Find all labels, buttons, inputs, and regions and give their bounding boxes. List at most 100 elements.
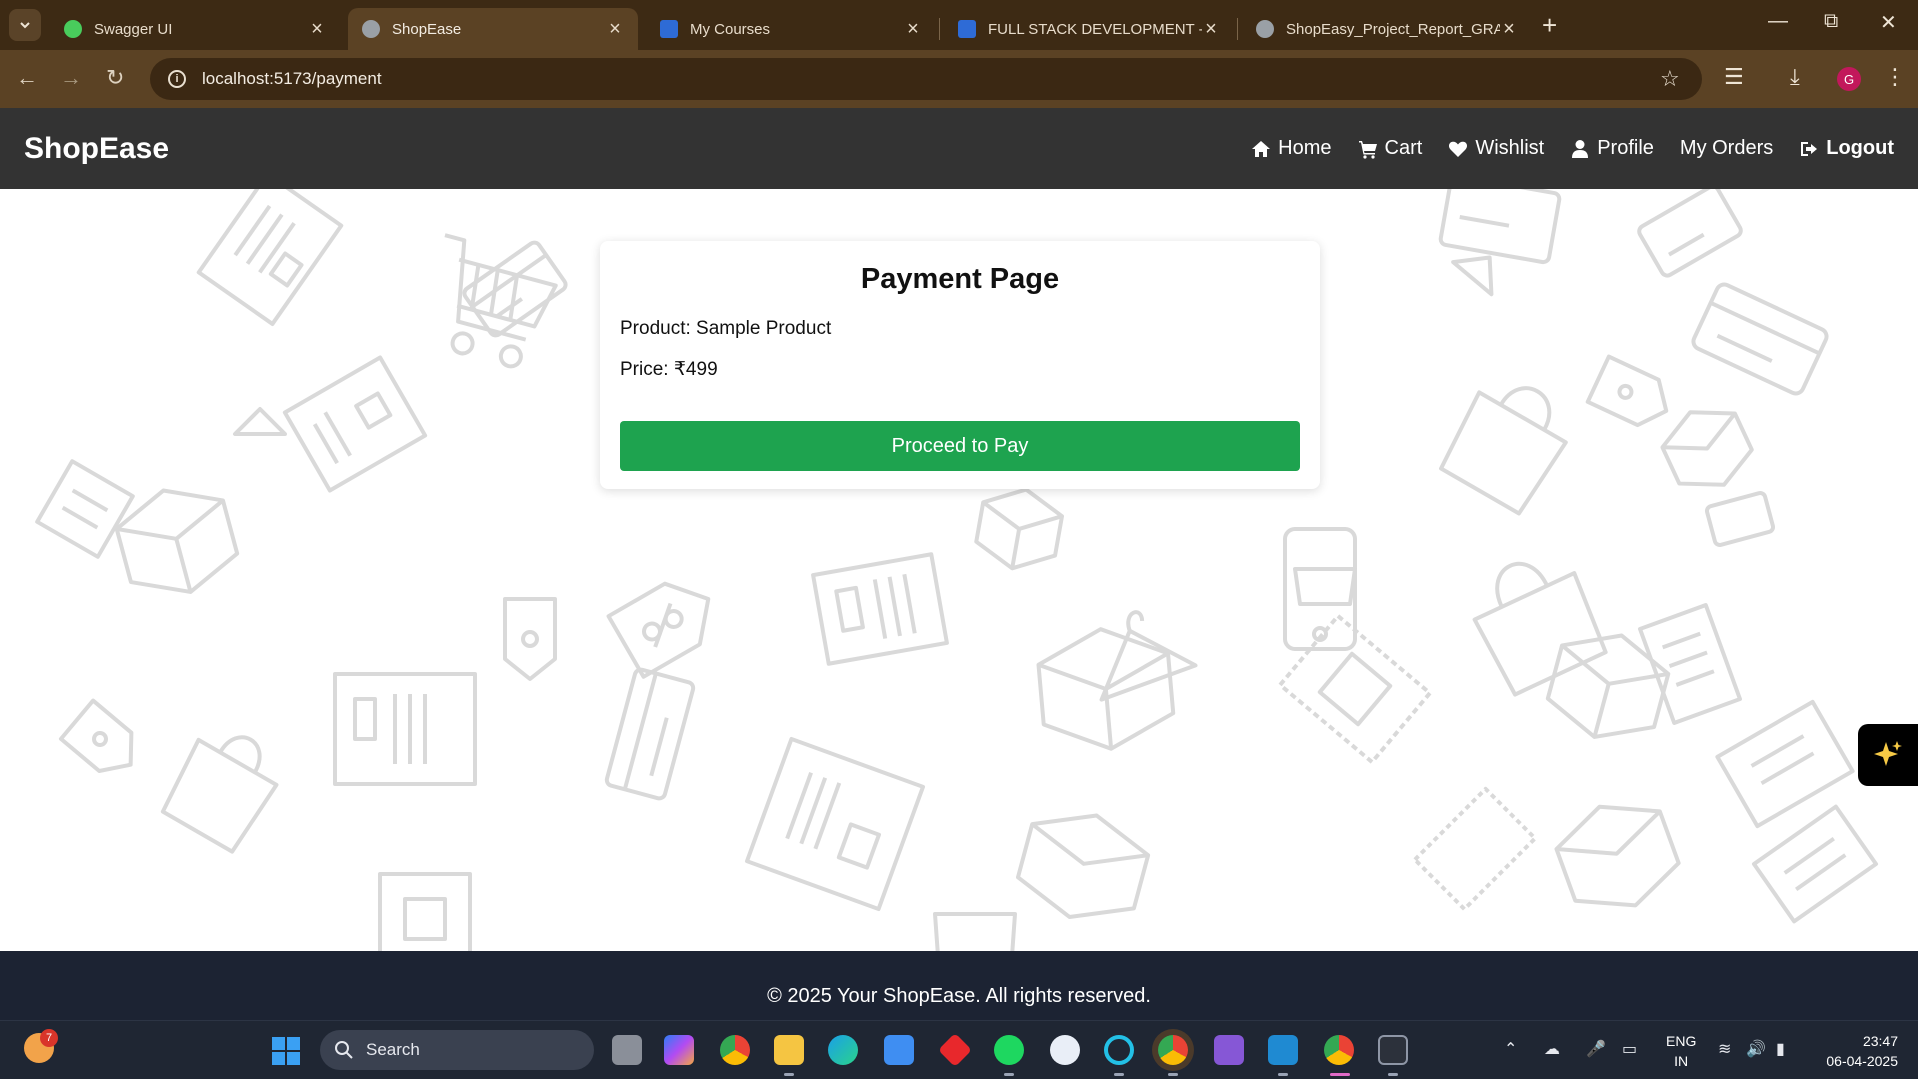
close-icon[interactable]: × bbox=[606, 19, 624, 39]
proceed-to-pay-button[interactable]: Proceed to Pay bbox=[620, 421, 1300, 471]
close-icon[interactable]: × bbox=[308, 19, 326, 39]
globe-icon bbox=[1256, 20, 1274, 38]
ai-assistant-button[interactable] bbox=[1858, 724, 1918, 786]
forward-arrow-icon[interactable]: → bbox=[60, 63, 82, 93]
tab-full-stack-development[interactable]: FULL STACK DEVELOPMENT - C × bbox=[944, 8, 1234, 50]
clock-time: 23:47 bbox=[1862, 1033, 1898, 1049]
extensions-icon[interactable]: ☰ bbox=[1724, 64, 1744, 90]
swagger-favicon-icon bbox=[64, 20, 82, 38]
restore-icon[interactable]: ⧉ bbox=[1824, 10, 1838, 33]
file-explorer-icon[interactable] bbox=[774, 1035, 804, 1065]
taskbar-search[interactable]: Search bbox=[320, 1030, 594, 1070]
heart-icon bbox=[1449, 141, 1468, 157]
payment-card: Payment Page Product: Sample Product Pri… bbox=[600, 241, 1320, 489]
nav-cart-link[interactable]: Cart bbox=[1358, 137, 1422, 160]
package-box-icon bbox=[974, 487, 1064, 571]
chevron-up-icon[interactable]: ⌃ bbox=[1504, 1039, 1517, 1059]
running-indicator bbox=[1004, 1073, 1014, 1076]
reload-icon[interactable]: ↻ bbox=[106, 63, 124, 93]
credit-card-icon bbox=[1704, 491, 1776, 547]
tab-swagger-ui[interactable]: Swagger UI × bbox=[50, 8, 340, 50]
new-tab-button[interactable]: + bbox=[1542, 10, 1557, 40]
search-icon bbox=[335, 1041, 353, 1059]
vscode-icon[interactable] bbox=[1268, 1035, 1298, 1065]
receipt-icon bbox=[744, 736, 926, 912]
page-title: Payment Page bbox=[860, 263, 1060, 295]
receipt-icon bbox=[333, 672, 477, 786]
nav-wishlist-link[interactable]: Wishlist bbox=[1448, 137, 1544, 160]
microphone-icon[interactable]: 🎤 bbox=[1586, 1039, 1606, 1059]
profile-avatar[interactable]: G bbox=[1837, 67, 1861, 91]
tab-title: Swagger UI bbox=[94, 20, 173, 38]
language-indicator[interactable]: ENG IN bbox=[1666, 1031, 1696, 1071]
windows-start-icon[interactable] bbox=[272, 1037, 300, 1065]
display-icon[interactable]: ▭ bbox=[1622, 1039, 1637, 1059]
menu-kebab-icon[interactable]: ⋮ bbox=[1884, 64, 1906, 90]
tab-my-courses[interactable]: My Courses × bbox=[646, 8, 936, 50]
receipt-icon bbox=[282, 355, 428, 493]
clock-date: 06-04-2025 bbox=[1826, 1053, 1898, 1069]
terminal-icon[interactable] bbox=[1378, 1035, 1408, 1065]
nav-home-link[interactable]: Home bbox=[1251, 137, 1332, 160]
tab-separator bbox=[1237, 18, 1238, 40]
package-box-icon bbox=[1015, 813, 1151, 919]
url-text: localhost:5173/payment bbox=[202, 69, 382, 88]
tab-title: My Courses bbox=[690, 20, 771, 38]
chrome-icon[interactable] bbox=[720, 1035, 750, 1065]
package-box-icon bbox=[1554, 804, 1681, 908]
cart-pattern-icon bbox=[1283, 527, 1357, 651]
system-clock[interactable]: 23:47 06-04-2025 bbox=[1812, 1031, 1898, 1071]
logout-icon bbox=[1801, 141, 1818, 156]
close-icon[interactable]: × bbox=[904, 19, 922, 39]
spotify-icon[interactable] bbox=[994, 1035, 1024, 1065]
shopping-bag-icon bbox=[1472, 561, 1608, 697]
close-window-icon[interactable]: ✕ bbox=[1880, 10, 1897, 35]
onedrive-icon[interactable]: ☁ bbox=[1544, 1039, 1560, 1059]
battery-icon[interactable]: ▮ bbox=[1776, 1039, 1785, 1059]
chrome-active-icon[interactable] bbox=[1324, 1035, 1354, 1065]
close-icon[interactable]: × bbox=[1202, 19, 1220, 39]
app-store-icon[interactable] bbox=[1050, 1035, 1080, 1065]
tab-shopease[interactable]: ShopEase × bbox=[348, 8, 638, 50]
nav-logout-label: Logout bbox=[1826, 137, 1894, 159]
nav-logout-link[interactable]: Logout bbox=[1799, 137, 1894, 160]
courses-favicon-icon bbox=[958, 20, 976, 38]
chrome-profile-icon[interactable] bbox=[1158, 1035, 1188, 1065]
minimize-icon[interactable]: — bbox=[1768, 10, 1788, 33]
price-tag-icon bbox=[1585, 354, 1669, 428]
bookmark-star-icon[interactable]: ☆ bbox=[1660, 66, 1680, 92]
price-tag-icon bbox=[606, 581, 711, 679]
anydesk-icon[interactable] bbox=[938, 1033, 972, 1067]
visual-studio-icon[interactable] bbox=[1214, 1035, 1244, 1065]
tab-shopeasy-project-report[interactable]: ShopEasy_Project_Report_GRAC × bbox=[1242, 8, 1532, 50]
tab-search-button[interactable] bbox=[9, 9, 41, 41]
site-footer: © 2025 Your ShopEase. All rights reserve… bbox=[0, 951, 1918, 1020]
product-price: Price: ₹499 bbox=[620, 359, 718, 380]
volume-icon[interactable]: 🔊 bbox=[1746, 1039, 1766, 1059]
taskbar-search-label: Search bbox=[366, 1040, 420, 1059]
cart-icon bbox=[1358, 140, 1377, 159]
back-arrow-icon[interactable]: ← bbox=[16, 63, 38, 93]
main-content: Payment Page Product: Sample Product Pri… bbox=[0, 189, 1918, 951]
edge-icon[interactable] bbox=[828, 1035, 858, 1065]
running-indicator bbox=[784, 1073, 794, 1076]
shopping-bag-icon bbox=[933, 912, 1017, 951]
alexa-icon[interactable] bbox=[1104, 1035, 1134, 1065]
nav-links: Home Cart Wishlist Profile My Orders Log… bbox=[1251, 137, 1894, 160]
nav-my-orders-link[interactable]: My Orders bbox=[1680, 137, 1773, 160]
site-info-icon[interactable]: i bbox=[168, 70, 186, 88]
task-view-icon[interactable] bbox=[612, 1035, 642, 1065]
nav-wishlist-label: Wishlist bbox=[1475, 137, 1545, 159]
receipt-icon bbox=[811, 552, 949, 666]
brand-logo[interactable]: ShopEase bbox=[24, 132, 169, 166]
wifi-icon[interactable]: ≋ bbox=[1718, 1039, 1731, 1059]
nav-profile-link[interactable]: Profile bbox=[1570, 137, 1654, 160]
download-icon[interactable]: ⤓ bbox=[1790, 64, 1800, 90]
nav-profile-label: Profile bbox=[1597, 137, 1654, 159]
store-icon[interactable] bbox=[884, 1035, 914, 1065]
chevron-down-icon bbox=[20, 22, 30, 29]
copilot-icon[interactable] bbox=[664, 1035, 694, 1065]
close-icon[interactable]: × bbox=[1500, 19, 1518, 39]
address-bar[interactable]: i localhost:5173/payment bbox=[150, 58, 1702, 100]
region-code: IN bbox=[1674, 1053, 1689, 1069]
